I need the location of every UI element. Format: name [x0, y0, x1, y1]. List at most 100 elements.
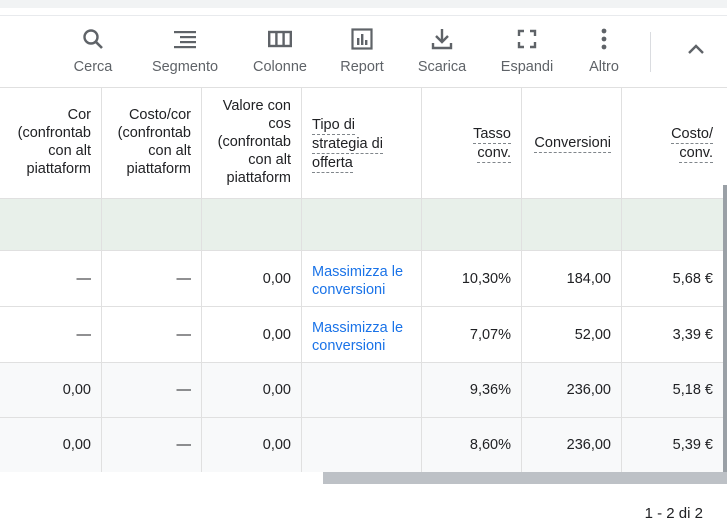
table-cell — [302, 363, 422, 418]
search-icon — [80, 26, 106, 52]
bid-strategy-link[interactable]: Massimizza le conversioni — [312, 319, 416, 355]
cell-value: — — [176, 437, 192, 453]
header-line: offerta — [312, 155, 353, 173]
table-cell: 5,18 € — [622, 363, 727, 418]
header-lines: Conversioni — [534, 134, 611, 153]
expand-button[interactable]: Espandi — [496, 26, 558, 82]
table-cell: 0,00 — [0, 418, 102, 472]
cell-value: 10,30% — [461, 270, 511, 287]
header-line: (confrontab — [217, 134, 291, 150]
header-line: con alt — [248, 152, 291, 168]
expand-label: Espandi — [500, 59, 554, 75]
header-line: con alt — [48, 143, 91, 159]
table-cell: — — [102, 307, 202, 363]
report-icon — [349, 26, 375, 52]
header-line: (confrontab — [117, 125, 191, 141]
header-line: con alt — [148, 143, 191, 159]
download-icon — [429, 26, 455, 52]
data-table: Cor (confrontab con alt piattaform Costo… — [0, 87, 727, 472]
table-cell: 3,39 € — [622, 307, 727, 363]
cell-value: 0,00 — [62, 437, 91, 453]
header-line: cos — [268, 116, 291, 132]
more-label: Altro — [589, 59, 619, 75]
columns-icon — [267, 26, 293, 52]
header-line: conv. — [477, 145, 511, 163]
header-line: Valore con — [222, 98, 291, 114]
header-lines: Tipo di strategia di offerta — [312, 116, 383, 173]
table-cell — [102, 199, 202, 251]
search-button[interactable]: Cerca — [69, 26, 117, 82]
column-header-conversions-cross-platform[interactable]: Cor (confrontab con alt piattaform — [0, 88, 102, 199]
table-cell: — — [102, 251, 202, 307]
table-cell — [522, 199, 622, 251]
cell-value: 236,00 — [566, 437, 611, 453]
report-button[interactable]: Report — [335, 26, 389, 82]
download-label: Scarica — [417, 59, 467, 75]
top-strip — [0, 0, 727, 8]
column-header-conversion-value-cost[interactable]: Valore con cos (confrontab con alt piatt… — [202, 88, 302, 199]
vertical-scrollbar[interactable] — [723, 185, 727, 472]
column-header-conversions[interactable]: Conversioni — [522, 88, 622, 199]
header-lines: Tasso conv. — [473, 125, 511, 163]
cell-value: — — [176, 382, 192, 398]
header-lines: Costo/ conv. — [671, 125, 713, 163]
cell-value: 7,07% — [469, 326, 511, 343]
table-cell: Massimizza le conversioni — [302, 251, 422, 307]
header-line: piattaform — [226, 170, 291, 186]
column-header-bid-strategy-type[interactable]: Tipo di strategia di offerta — [302, 88, 422, 199]
table-cell: — — [102, 418, 202, 472]
header-lines: Costo/cor (confrontab con alt piattaform — [118, 106, 191, 178]
download-button[interactable]: Scarica — [413, 26, 471, 82]
header-line: piattaform — [26, 161, 91, 177]
cell-value: 5,39 € — [672, 437, 713, 453]
column-header-conversion-rate[interactable]: Tasso conv. — [422, 88, 522, 199]
toolbar-divider — [650, 32, 651, 72]
cell-value: — — [76, 326, 92, 343]
table-cell: — — [0, 307, 102, 363]
cell-value: 3,39 € — [672, 326, 713, 343]
header-line: (confrontab — [17, 125, 91, 141]
cell-value: 5,18 € — [672, 382, 713, 398]
cell-value: — — [76, 270, 92, 287]
collapse-button[interactable] — [680, 36, 712, 68]
table-cell: 236,00 — [522, 363, 622, 418]
table-cell: 0,00 — [202, 363, 302, 418]
bid-strategy-link[interactable]: Massimizza le conversioni — [312, 263, 416, 299]
cell-value: 9,36% — [469, 382, 511, 398]
header-line: Costo/ — [671, 126, 713, 144]
table-cell: 10,30% — [422, 251, 522, 307]
cell-value: — — [176, 326, 192, 343]
columns-button[interactable]: Colonne — [248, 26, 312, 82]
table-cell: 5,39 € — [622, 418, 727, 472]
horizontal-scrollbar-thumb[interactable] — [323, 472, 727, 484]
chevron-up-icon — [686, 40, 706, 65]
table-cell: 184,00 — [522, 251, 622, 307]
header-line: Tipo di — [312, 117, 355, 135]
table-cell: 8,60% — [422, 418, 522, 472]
cell-value: 52,00 — [574, 326, 611, 343]
table-cell — [302, 418, 422, 472]
segment-button[interactable]: Segmento — [146, 26, 224, 82]
table-cell: 52,00 — [522, 307, 622, 363]
more-vert-icon — [591, 26, 617, 52]
table-cell: 236,00 — [522, 418, 622, 472]
table-cell: 0,00 — [202, 418, 302, 472]
cell-value: 0,00 — [262, 382, 291, 398]
column-header-cost-per-conversion-cross-platform[interactable]: Costo/cor (confrontab con alt piattaform — [102, 88, 202, 199]
more-button[interactable]: Altro — [584, 26, 624, 82]
table-cell — [202, 199, 302, 251]
header-line: piattaform — [126, 161, 191, 177]
table-cell: 0,00 — [202, 307, 302, 363]
table-cell — [422, 199, 522, 251]
column-header-cost-per-conversion[interactable]: Costo/ conv. — [622, 88, 727, 199]
report-label: Report — [340, 59, 384, 75]
table-cell — [0, 199, 102, 251]
table-cell — [622, 199, 727, 251]
cell-value: 8,60% — [469, 437, 511, 453]
cell-value: 184,00 — [566, 270, 611, 287]
segment-label: Segmento — [151, 59, 219, 75]
table-cell — [302, 199, 422, 251]
cell-value: 236,00 — [566, 382, 611, 398]
toolbar: Cerca Segmento Colonne Report Scarica Es… — [0, 16, 727, 88]
table-cell: 0,00 — [0, 363, 102, 418]
